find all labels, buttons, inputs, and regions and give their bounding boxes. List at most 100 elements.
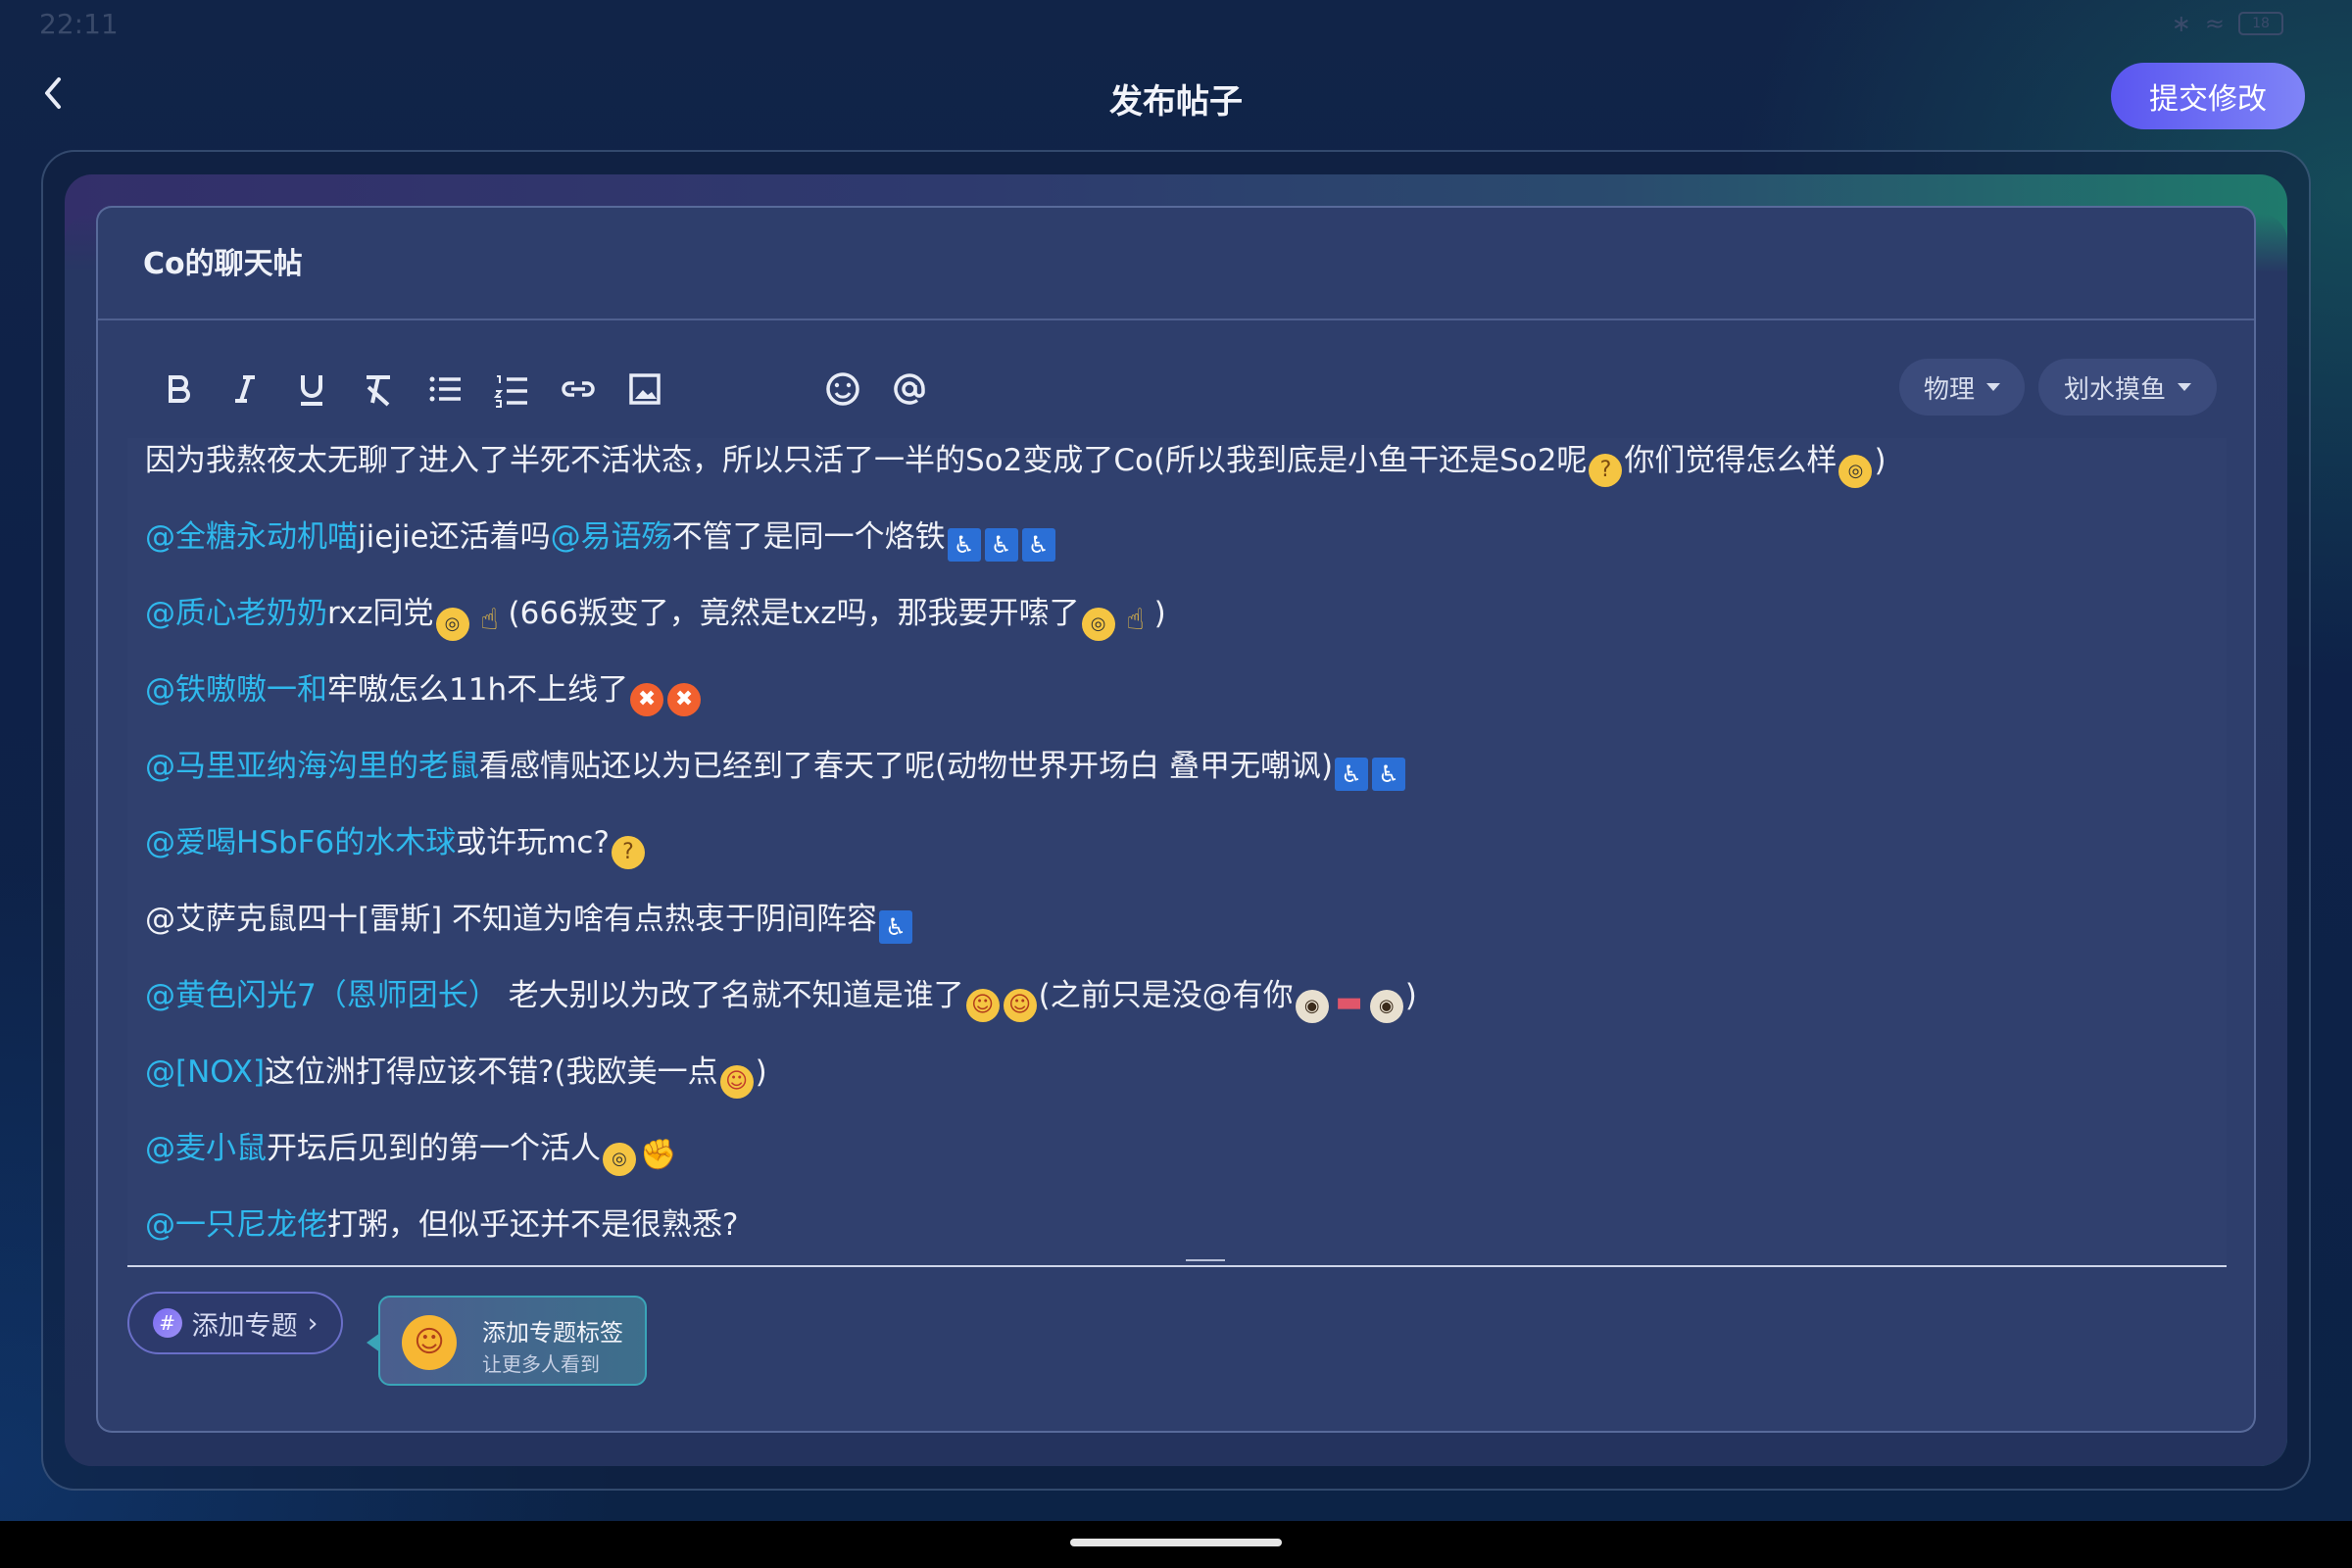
content-line: @铁嗷嗷一和牢嗷怎么11h不上线了 ✖ ✖ xyxy=(145,667,703,716)
post-title-input[interactable]: Co的聊天帖 xyxy=(98,208,2254,320)
content-line: @黄色闪光7（恩师团长） 老大别以为改了名就不知道是谁了 ☺ ☺ (之前只是没@有你 ◉… xyxy=(145,973,1417,1023)
mention-link[interactable]: @一只尼龙佬 xyxy=(145,1207,327,1243)
content-line: 因为我熬夜太无聊了进入了半死不活状态，所以只活了一半的So2变成了Co(所以我到… xyxy=(145,438,1886,488)
content-text: (666叛变了，竟然是txz吗，那我要开嗦了 xyxy=(508,596,1080,631)
add-topic-label: 添加专题 xyxy=(191,1310,298,1342)
wheelchair-emoji-icon: ♿ xyxy=(879,910,913,944)
tip-title: 添加专题标签 xyxy=(482,1319,623,1347)
content-line: @马里亚纳海沟里的老鼠看感情贴还以为已经到了春天了呢(动物世界开场白 叠甲无嘲讽… xyxy=(145,744,1407,791)
numbered-list-icon xyxy=(493,375,527,408)
tip-subtitle: 让更多人看到 xyxy=(482,1352,600,1376)
smiley-icon xyxy=(826,372,859,406)
submit-button[interactable]: 提交修改 xyxy=(2111,63,2305,129)
content-text: 开坛后见到的第一个活人 xyxy=(267,1131,601,1166)
topic-tip-bubble: ☺ 添加专题标签 让更多人看到 xyxy=(367,1296,647,1386)
content-line: @艾萨克鼠四十[雷斯] 不知道为啥有点热衷于阴间阵容 ♿ xyxy=(145,897,914,944)
content-text: 或许玩mc? xyxy=(456,825,610,860)
yum-emoji-icon: ☺ xyxy=(719,1065,754,1099)
battery-icon: 18 xyxy=(2238,12,2283,35)
chevron-right-icon: › xyxy=(307,1307,318,1339)
eye-emoji-icon: ◉ xyxy=(1295,990,1329,1023)
bullet-list-button[interactable] xyxy=(412,356,478,422)
emoji-button[interactable] xyxy=(809,356,876,422)
bluetooth-icon: ∗ xyxy=(2171,10,2191,37)
thinking-emoji-icon: ? xyxy=(611,836,645,869)
mention-link[interactable]: @黄色闪光7（恩师团长） xyxy=(145,978,499,1013)
app-screen: 22:11 ∗ ≈ 18 发布帖子 提交修改 Co的聊天帖 物理 划水摸鱼 @一… xyxy=(0,0,2352,1521)
content-text: rxz同党 xyxy=(327,596,434,631)
content-text: 看感情贴还以为已经到了春天了呢(动物世界开场白 叠甲无嘲讽) xyxy=(479,749,1334,784)
clear-format-button[interactable] xyxy=(345,356,412,422)
angry-emoji-icon: ✖ xyxy=(667,683,702,716)
content-text: 因为我熬夜太无聊了进入了半死不活状态，所以只活了一半的So2变成了Co(所以我到… xyxy=(145,443,1588,478)
post-content-editor[interactable]: @一只尼龙佬打粥，但似乎还并不是很熟悉? @麦小鼠开坛后见到的第一个活人 ◎ ✊ @[N… xyxy=(127,438,2227,1267)
subcategory-dropdown[interactable]: 划水摸鱼 xyxy=(2038,359,2217,416)
italic-button[interactable] xyxy=(212,356,278,422)
content-line: @爱喝HSbF6的水木球或许玩mc?? xyxy=(145,820,647,869)
eye-emoji-icon: ◉ xyxy=(1369,990,1403,1023)
status-time: 22:11 xyxy=(39,8,119,40)
mention-link[interactable]: @质心老奶奶 xyxy=(145,596,327,631)
content-line: @[NOX]这位洲打得应该不错?(我欧美一点 ☺) xyxy=(145,1050,767,1099)
page-title: 发布帖子 xyxy=(1109,82,1243,122)
mention-link[interactable]: @全糖永动机喵 xyxy=(145,519,358,555)
wheelchair-emoji-icon: ♿ xyxy=(1021,528,1055,562)
bold-button[interactable] xyxy=(145,356,212,422)
content-text: 打粥，但似乎还并不是很熟悉? xyxy=(327,1207,739,1243)
content-text: 这位洲打得应该不错?(我欧美一点 xyxy=(265,1054,718,1090)
bullet-list-icon xyxy=(429,376,461,402)
link-button[interactable] xyxy=(545,356,612,422)
hash-icon: # xyxy=(152,1308,182,1338)
at-sign-icon xyxy=(894,373,925,405)
mention-link[interactable]: @[NOX] xyxy=(145,1054,265,1090)
angry-emoji-icon: ✖ xyxy=(630,683,664,716)
underline-button[interactable] xyxy=(278,356,345,422)
point-up-emoji-icon: ☝ xyxy=(480,603,499,637)
add-topic-button[interactable]: # 添加专题 › xyxy=(127,1292,343,1354)
nerd-emoji-icon: ◎ xyxy=(603,1143,636,1176)
formatting-toolbar xyxy=(145,355,943,423)
mention-link[interactable]: @易语殇 xyxy=(551,519,672,555)
content-line: @麦小鼠开坛后见到的第一个活人 ◎ ✊ xyxy=(145,1126,677,1176)
hug-emoji-icon: ☺ xyxy=(1003,989,1037,1022)
bold-icon xyxy=(169,375,190,403)
content-text: jiejie还活着吗 xyxy=(358,519,551,555)
resize-handle[interactable] xyxy=(1186,1259,1225,1265)
caret-down-icon xyxy=(2178,383,2191,391)
nerd-emoji-icon: ◎ xyxy=(435,608,469,641)
hugging-face-icon: ☺ xyxy=(402,1315,457,1370)
wheelchair-emoji-icon: ♿ xyxy=(1372,758,1406,791)
home-indicator[interactable] xyxy=(1070,1539,1282,1546)
content-text: ) xyxy=(755,1054,767,1090)
nerd-emoji-icon: ◎ xyxy=(1081,608,1115,641)
mention-link[interactable]: @麦小鼠 xyxy=(145,1131,267,1166)
mention-link[interactable]: @铁嗷嗷一和 xyxy=(145,672,327,708)
point-up-emoji-icon: ☝ xyxy=(1126,603,1145,637)
content-text: 你们觉得怎么样 xyxy=(1624,443,1838,478)
content-line: @一只尼龙佬打粥，但似乎还并不是很熟悉? xyxy=(145,1202,738,1248)
italic-icon xyxy=(235,375,255,403)
content-text: 不管了是同一个烙铁 xyxy=(671,519,946,555)
fist-emoji-icon: ✊ xyxy=(640,1138,677,1172)
subcategory-label: 划水摸鱼 xyxy=(2063,374,2166,405)
wifi-icon: ≈ xyxy=(2204,10,2225,37)
status-bar: 22:11 ∗ ≈ 18 xyxy=(0,0,2352,49)
image-button[interactable] xyxy=(612,356,678,422)
wheelchair-emoji-icon: ♿ xyxy=(1335,758,1369,791)
content-text: 牢嗷怎么11h不上线了 xyxy=(327,672,629,708)
mention-link[interactable]: @爱喝HSbF6的水木球 xyxy=(145,825,456,860)
content-text: @艾萨克鼠四十[雷斯] 不知道为啥有点热衷于阴间阵容 xyxy=(145,902,878,937)
mention-button[interactable] xyxy=(876,356,943,422)
clear-format-icon xyxy=(367,375,390,407)
content-text: ) xyxy=(1153,596,1166,631)
mention-link[interactable]: @马里亚纳海沟里的老鼠 xyxy=(145,749,479,784)
category-dropdown[interactable]: 物理 xyxy=(1899,359,2025,416)
editor-card: Co的聊天帖 物理 划水摸鱼 @一只尼龙佬打粥，但似乎还并不是很熟悉? @麦小鼠… xyxy=(96,206,2256,1433)
content-text: (之前只是没@有你 xyxy=(1038,978,1294,1013)
numbered-list-button[interactable] xyxy=(478,356,545,422)
category-label: 物理 xyxy=(1923,374,1975,405)
underline-icon xyxy=(301,375,322,406)
content-text: 老大别以为改了名就不知道是谁了 xyxy=(498,978,964,1013)
status-icons: ∗ ≈ 18 xyxy=(2172,10,2283,37)
content-text: ) xyxy=(1404,978,1417,1013)
